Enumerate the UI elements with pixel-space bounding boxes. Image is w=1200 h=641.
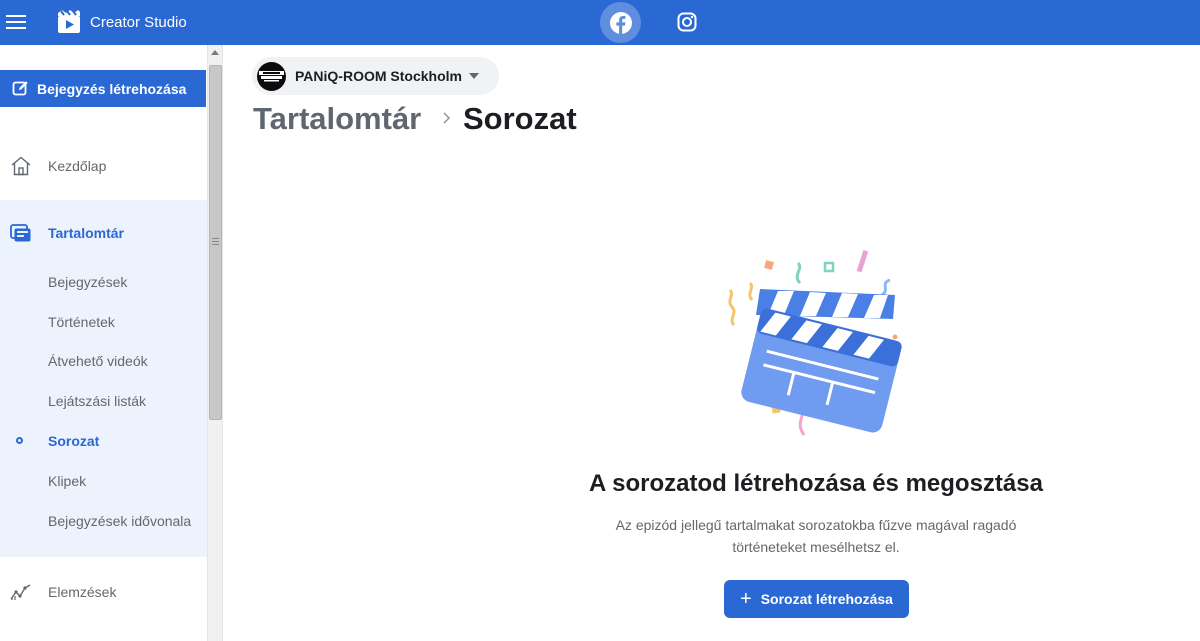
scroll-up-arrow-icon[interactable] (211, 50, 219, 55)
content-library-icon (10, 224, 31, 242)
sidebar-subitem-series[interactable]: Sorozat (48, 433, 99, 449)
sidebar-subitem-posts-timeline[interactable]: Bejegyzések idővonala (48, 513, 191, 529)
page-name: PANiQ-ROOM Stockholm (295, 68, 462, 84)
create-series-button[interactable]: + Sorozat létrehozása (724, 580, 909, 618)
sidebar-scrollbar[interactable] (207, 45, 223, 641)
active-indicator-icon (16, 437, 23, 444)
scrollbar-thumb[interactable] (209, 65, 222, 420)
plus-icon: + (740, 588, 752, 610)
instagram-tab[interactable] (674, 9, 700, 35)
page-switcher[interactable]: PANiQ-ROOM Stockholm (252, 57, 499, 95)
empty-state-title: A sorozatod létrehozása és megosztása (589, 470, 1043, 497)
sidebar-subitem-crossposted-videos[interactable]: Átvehető videók (48, 353, 148, 369)
clapperboard-illustration (728, 249, 902, 436)
facebook-tab[interactable] (600, 2, 641, 43)
empty-state-description: Az epizód jellegű tartalmakat sorozatokb… (615, 517, 1017, 555)
sidebar-subitem-posts[interactable]: Bejegyzések (48, 274, 127, 290)
sidebar: Bejegyzés létrehozása Kezdőlap Tartalomt… (0, 45, 207, 641)
breadcrumb-root[interactable]: Tartalomtár (253, 101, 421, 137)
menu-icon[interactable] (6, 12, 28, 32)
sidebar-subitem-clips[interactable]: Klipek (48, 473, 86, 489)
sidebar-item-content-library-label: Tartalomtár (48, 225, 124, 241)
create-series-button-label: Sorozat létrehozása (760, 591, 893, 607)
content-library-group: Tartalomtár Bejegyzések Történetek Átveh… (0, 200, 207, 557)
top-bar: Creator Studio (0, 0, 1200, 45)
analytics-icon (10, 584, 31, 600)
edit-icon (12, 81, 28, 96)
page-avatar (257, 61, 286, 91)
chevron-right-icon (443, 112, 451, 124)
sidebar-item-content-library[interactable]: Tartalomtár (0, 214, 207, 252)
sidebar-subitem-playlists[interactable]: Lejátszási listák (48, 393, 146, 409)
create-post-label: Bejegyzés létrehozása (37, 80, 187, 97)
caret-down-icon (468, 73, 479, 79)
facebook-icon (609, 11, 632, 34)
sidebar-item-analytics-label: Elemzések (48, 584, 117, 600)
app-title: Creator Studio (90, 14, 187, 31)
sidebar-item-analytics[interactable]: Elemzések (0, 573, 207, 611)
scroll-grip-icon (212, 238, 219, 247)
sidebar-subitem-stories[interactable]: Történetek (48, 314, 115, 330)
sidebar-item-home[interactable]: Kezdőlap (0, 145, 207, 187)
instagram-icon (677, 12, 697, 32)
page-title: Sorozat (463, 101, 577, 136)
paniq-room-logo-icon (259, 71, 284, 82)
create-post-button[interactable]: Bejegyzés létrehozása (0, 70, 206, 107)
creator-studio-logo-icon (58, 10, 80, 33)
sidebar-item-home-label: Kezdőlap (48, 158, 107, 174)
home-icon (11, 156, 31, 176)
